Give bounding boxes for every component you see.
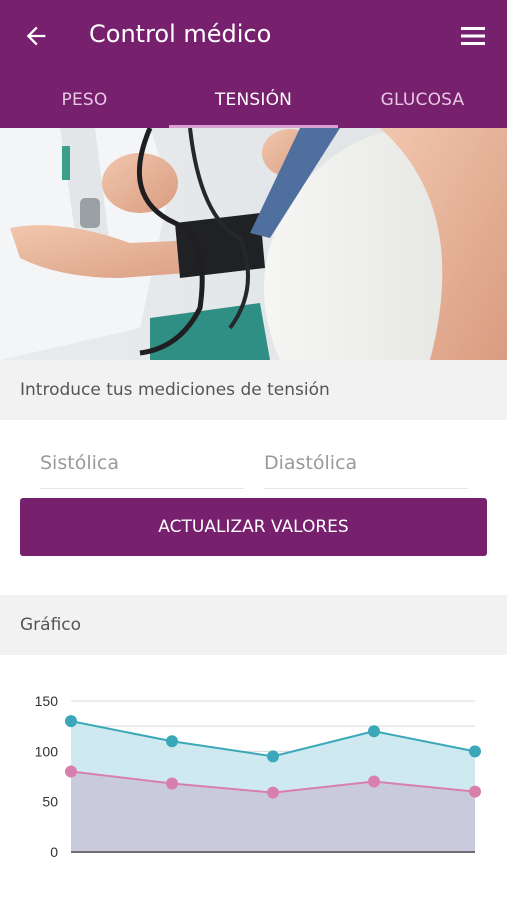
page-title: Control médico xyxy=(89,20,272,48)
tension-chart: 0 50 100 150 xyxy=(0,680,507,880)
series-2-point xyxy=(166,777,178,790)
series-1-point xyxy=(368,725,380,738)
tab-glucosa[interactable]: GLUCOSA xyxy=(338,72,507,128)
series-2-point xyxy=(267,786,279,799)
hamburger-menu-icon[interactable] xyxy=(461,26,485,46)
measurements-form xyxy=(0,420,507,498)
series-1-point xyxy=(267,750,279,763)
series-1-point xyxy=(65,715,77,728)
y-tick-label: 50 xyxy=(42,794,58,810)
series-1-point xyxy=(469,745,481,758)
chart-header: Gráfico xyxy=(0,595,507,655)
update-values-button[interactable]: ACTUALIZAR VALORES xyxy=(20,498,487,556)
series-2-point xyxy=(368,775,380,788)
systolic-input[interactable] xyxy=(40,438,244,489)
hero-image xyxy=(0,128,507,360)
measurements-header: Introduce tus mediciones de tensión xyxy=(0,360,507,420)
tab-tension[interactable]: TENSIÓN xyxy=(169,72,338,128)
y-tick-label: 0 xyxy=(50,844,58,860)
series-1-point xyxy=(166,735,178,748)
tab-peso[interactable]: PESO xyxy=(0,72,169,128)
y-tick-label: 150 xyxy=(35,693,59,709)
series-2-point xyxy=(469,785,481,798)
series-2-point xyxy=(65,765,77,778)
y-tick-label: 100 xyxy=(35,743,59,759)
diastolic-input[interactable] xyxy=(264,438,468,489)
app-bar: Control médico PESO TENSIÓN GLUCOSA xyxy=(0,0,507,128)
tab-bar: PESO TENSIÓN GLUCOSA xyxy=(0,72,507,128)
arrow-left-icon[interactable] xyxy=(22,22,50,50)
